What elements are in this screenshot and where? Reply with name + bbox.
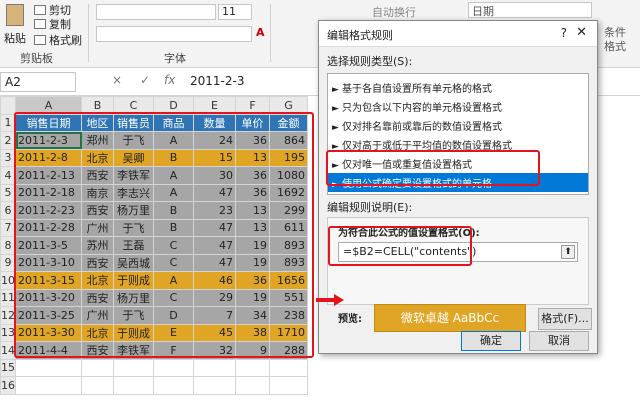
edit-description-label: 编辑规则说明(E):	[327, 201, 413, 214]
font-group-label: 字体	[164, 52, 186, 65]
format-button[interactable]: 格式(F)...	[538, 308, 592, 330]
paste-label: 粘贴	[4, 32, 26, 45]
empty-cell[interactable]	[113, 376, 154, 395]
annotation-box-rule	[326, 150, 540, 186]
copy-icon	[34, 19, 46, 29]
close-icon[interactable]: ✕	[576, 25, 587, 40]
empty-cell[interactable]	[235, 358, 270, 377]
format-painter-button[interactable]: 格式刷	[34, 32, 82, 48]
font-color-button[interactable]: A	[256, 26, 265, 39]
dialog-titlebar: 编辑格式规则 ? ✕	[319, 21, 597, 47]
clipboard-icon	[6, 4, 24, 26]
fx-icon[interactable]: fx	[164, 73, 175, 87]
collapse-icon[interactable]: ⬆	[561, 245, 575, 259]
empty-cell[interactable]	[235, 376, 270, 395]
edit-format-rule-dialog: 编辑格式规则 ? ✕ 选择规则类型(S): ► 基于各自值设置所有单元格的格式 ► 只…	[318, 20, 598, 354]
enter-icon[interactable]: ✓	[140, 73, 150, 87]
help-icon[interactable]: ?	[561, 26, 567, 40]
conditional-format-label-2: 格式	[604, 40, 626, 53]
paste-button[interactable]: 粘贴	[2, 4, 28, 50]
format-painter-label: 格式刷	[49, 34, 82, 47]
select-all-corner[interactable]	[0, 96, 16, 115]
empty-cell[interactable]	[153, 358, 194, 377]
empty-cell[interactable]	[15, 358, 82, 377]
row-header[interactable]: 15	[0, 358, 16, 377]
empty-row: 15	[0, 358, 308, 377]
empty-cell[interactable]	[113, 358, 154, 377]
empty-cell[interactable]	[81, 358, 114, 377]
rule-type-label: 选择规则类型(S):	[327, 55, 413, 68]
empty-cell[interactable]	[153, 376, 194, 395]
empty-cell[interactable]	[193, 376, 236, 395]
cancel-icon[interactable]: ×	[112, 73, 122, 87]
annotation-box-table	[14, 112, 314, 358]
rule-type-label: 基于各自值设置所有单元格的格式	[342, 84, 492, 95]
number-format-select[interactable]: 日期	[468, 2, 592, 18]
empty-cell[interactable]	[15, 376, 82, 395]
preview-label: 预览:	[338, 314, 362, 325]
row-header[interactable]: 16	[0, 376, 16, 395]
triangle-right-icon: ►	[332, 85, 339, 95]
rule-type-item[interactable]: ► 只为包含以下内容的单元格设置格式	[328, 97, 588, 116]
group-divider	[88, 4, 89, 62]
formula-input[interactable]: 2011-2-3	[186, 72, 326, 92]
empty-cell[interactable]	[193, 358, 236, 377]
scissors-icon	[34, 5, 46, 15]
empty-cell[interactable]	[269, 358, 308, 377]
group-divider	[270, 4, 271, 62]
empty-cell[interactable]	[269, 376, 308, 395]
rule-type-item[interactable]: ► 仅对排名靠前或靠后的数值设置格式	[328, 116, 588, 135]
dialog-title: 编辑格式规则	[327, 29, 393, 42]
name-box[interactable]: A2	[0, 72, 76, 92]
rule-type-label: 只为包含以下内容的单元格设置格式	[342, 103, 502, 114]
triangle-right-icon: ►	[332, 104, 339, 114]
font-name-select[interactable]	[96, 4, 216, 20]
cancel-button[interactable]: 取消	[529, 331, 589, 351]
empty-cell[interactable]	[81, 376, 114, 395]
annotation-box-formula	[328, 226, 472, 266]
format-preview: 微软卓越 AaBbCc	[374, 304, 526, 332]
copy-label: 复制	[49, 18, 71, 31]
empty-row: 16	[0, 376, 308, 395]
brush-icon	[34, 35, 46, 45]
ok-button[interactable]: 确定	[461, 331, 521, 351]
copy-button[interactable]: 复制	[34, 16, 71, 32]
triangle-right-icon: ►	[332, 123, 339, 133]
font-style-toolbar[interactable]	[96, 26, 252, 42]
font-size-select[interactable]: 11	[218, 4, 252, 20]
rule-type-label: 仅对排名靠前或靠后的数值设置格式	[342, 122, 502, 133]
annotation-arrow-icon	[316, 294, 346, 306]
rule-type-item[interactable]: ► 基于各自值设置所有单元格的格式	[328, 78, 588, 97]
clipboard-group-label: 剪贴板	[20, 52, 53, 65]
wrap-text-button[interactable]: 自动换行	[372, 4, 416, 20]
